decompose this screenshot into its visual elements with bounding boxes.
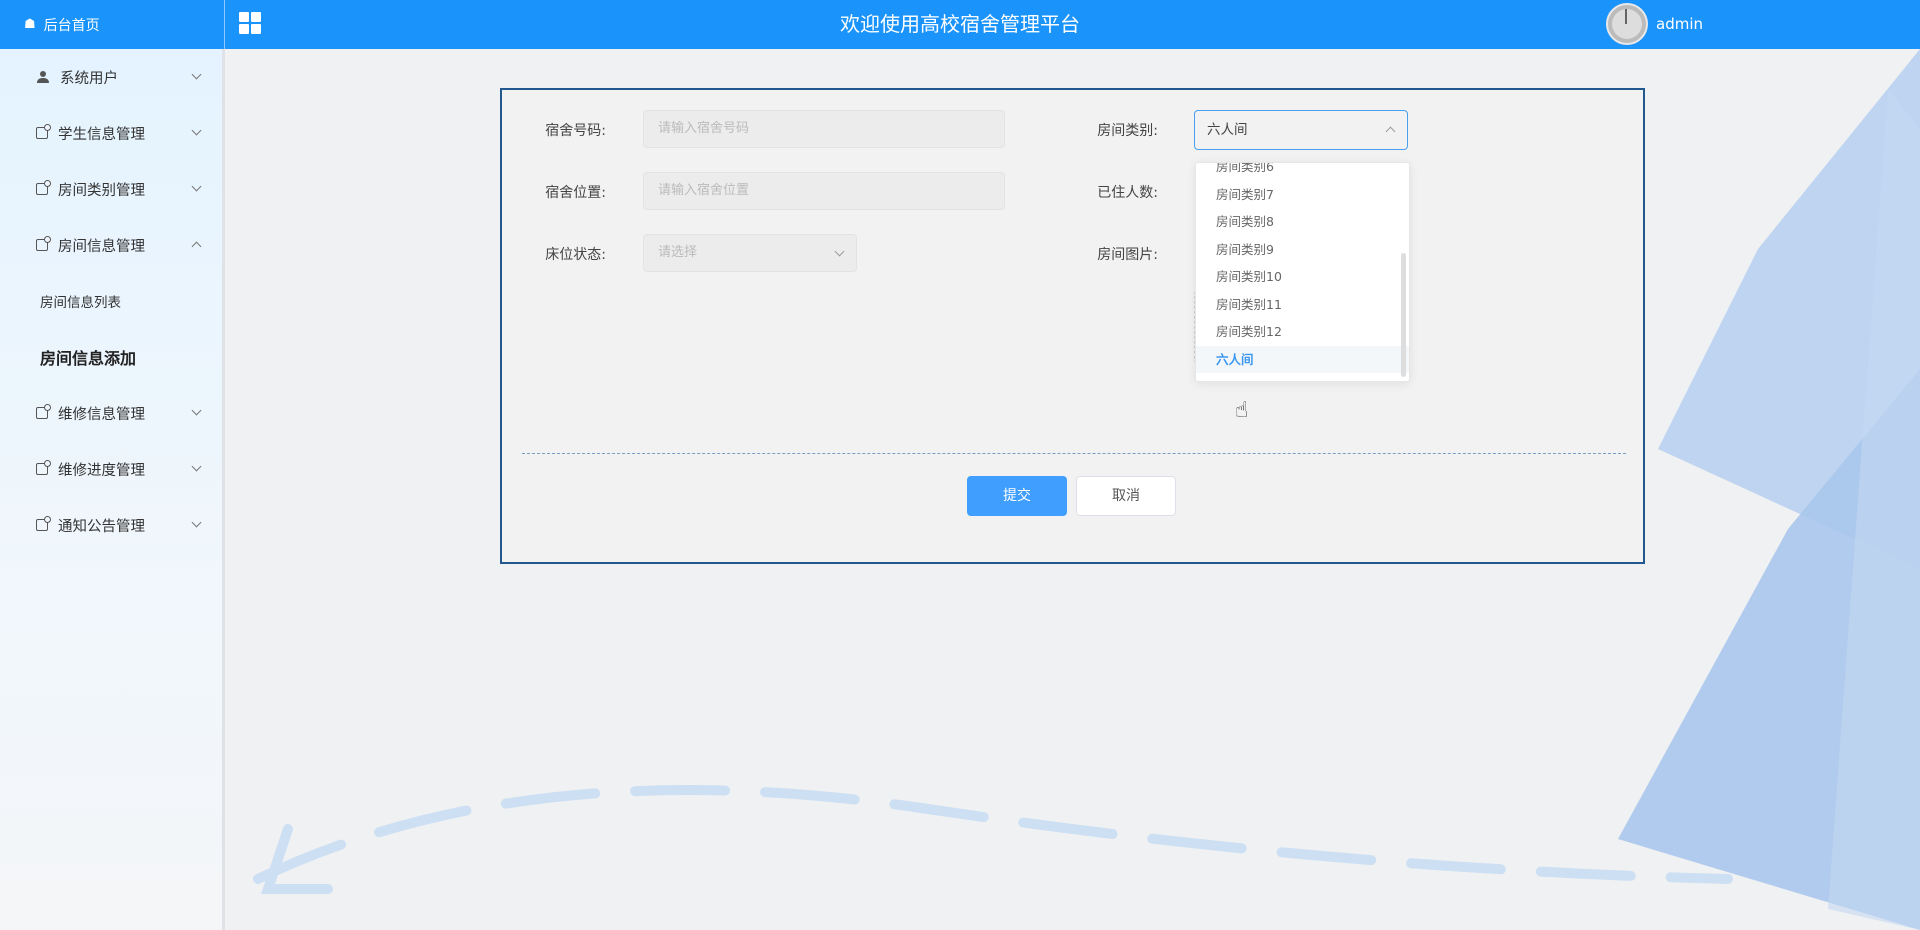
room-add-form: 宿舍号码: 请输入宿舍号码 宿舍位置: 请输入宿舍位置 床位状态: 请选择 房间… <box>500 88 1645 564</box>
chevron-down-icon <box>191 517 202 528</box>
chevron-down-icon <box>191 69 202 80</box>
occupied-count-label: 已住人数: <box>1097 185 1158 201</box>
sidebar-item-room-info[interactable]: 房间信息管理 <box>0 217 222 273</box>
chevron-down-icon <box>191 181 202 192</box>
chevron-down-icon <box>834 246 845 257</box>
sidebar-item-system-users[interactable]: 系统用户 <box>0 49 222 105</box>
user-icon <box>37 71 49 83</box>
doc-icon <box>36 180 51 195</box>
bed-status-label: 床位状态: <box>545 247 606 263</box>
chevron-up-icon <box>191 241 202 252</box>
form-divider <box>522 453 1626 454</box>
dropdown-option[interactable]: 房间类别12 <box>1196 318 1409 346</box>
hand-cursor-icon: ☝ <box>1235 398 1249 423</box>
sidebar-item-label: 通知公告管理 <box>58 518 145 535</box>
bed-status-placeholder: 请选择 <box>658 245 698 260</box>
sidebar-item-label: 房间类别管理 <box>58 182 145 199</box>
submit-button[interactable]: 提交 <box>967 476 1067 516</box>
chevron-down-icon <box>191 461 202 472</box>
sidebar: 系统用户 学生信息管理 房间类别管理 房间信息管理 房间信息列表 房间信息添加 … <box>0 49 225 930</box>
chevron-down-icon <box>191 125 202 136</box>
sidebar-subitem-label: 房间信息列表 <box>40 295 121 311</box>
doc-icon <box>36 404 51 419</box>
dropdown-option[interactable]: 房间类别11 <box>1196 291 1409 319</box>
avatar[interactable] <box>1606 3 1648 45</box>
sidebar-item-label: 系统用户 <box>60 70 118 87</box>
sidebar-item-label: 维修信息管理 <box>58 406 145 423</box>
menu-grid-icon[interactable] <box>239 12 261 34</box>
dorm-location-input[interactable]: 请输入宿舍位置 <box>643 172 1005 210</box>
room-type-select[interactable]: 六人间 <box>1194 110 1408 150</box>
sidebar-item-label: 房间信息管理 <box>58 238 145 255</box>
username: admin <box>1656 15 1703 33</box>
sidebar-subitem-room-list[interactable]: 房间信息列表 <box>0 273 222 329</box>
cancel-button[interactable]: 取消 <box>1076 476 1176 516</box>
home-link[interactable]: ☗ 后台首页 <box>0 0 225 49</box>
dropdown-option-selected[interactable]: 六人间 <box>1196 345 1409 373</box>
top-header: ☗ 后台首页 欢迎使用高校宿舍管理平台 admin <box>0 0 1920 49</box>
chevron-up-icon <box>1385 126 1396 137</box>
sidebar-item-label: 维修进度管理 <box>58 462 145 479</box>
dorm-number-input[interactable]: 请输入宿舍号码 <box>643 110 1005 148</box>
home-label: 后台首页 <box>43 17 100 34</box>
doc-icon <box>36 124 51 139</box>
doc-icon <box>36 460 51 475</box>
sidebar-item-student-info[interactable]: 学生信息管理 <box>0 105 222 161</box>
room-type-dropdown: 房间类别6 房间类别7 房间类别8 房间类别9 房间类别10 房间类别11 房间… <box>1195 162 1410 382</box>
sidebar-item-notice[interactable]: 通知公告管理 <box>0 497 222 553</box>
dropdown-scrollbar[interactable] <box>1401 253 1406 377</box>
sidebar-item-room-type[interactable]: 房间类别管理 <box>0 161 222 217</box>
room-type-label: 房间类别: <box>1097 123 1158 139</box>
dorm-location-label: 宿舍位置: <box>545 185 606 201</box>
sidebar-subitem-room-add[interactable]: 房间信息添加 <box>0 329 222 385</box>
bed-status-select[interactable]: 请选择 <box>643 234 857 272</box>
dropdown-option[interactable]: 房间类别6 <box>1196 163 1409 181</box>
chevron-down-icon <box>191 405 202 416</box>
dropdown-option[interactable]: 房间类别8 <box>1196 208 1409 236</box>
doc-icon <box>36 236 51 251</box>
sidebar-subitem-label: 房间信息添加 <box>40 349 137 368</box>
home-icon: ☗ <box>24 17 36 32</box>
sidebar-item-repair-progress[interactable]: 维修进度管理 <box>0 441 222 497</box>
user-menu[interactable]: admin <box>1606 3 1703 45</box>
dropdown-option[interactable]: 房间类别7 <box>1196 181 1409 209</box>
sidebar-item-repair-info[interactable]: 维修信息管理 <box>0 385 222 441</box>
dorm-number-label: 宿舍号码: <box>545 123 606 139</box>
doc-icon <box>36 516 51 531</box>
room-image-label: 房间图片: <box>1097 247 1158 263</box>
dropdown-option[interactable]: 房间类别10 <box>1196 263 1409 291</box>
room-type-value: 六人间 <box>1207 122 1248 138</box>
sidebar-item-label: 学生信息管理 <box>58 126 145 143</box>
dropdown-option[interactable]: 房间类别9 <box>1196 236 1409 264</box>
